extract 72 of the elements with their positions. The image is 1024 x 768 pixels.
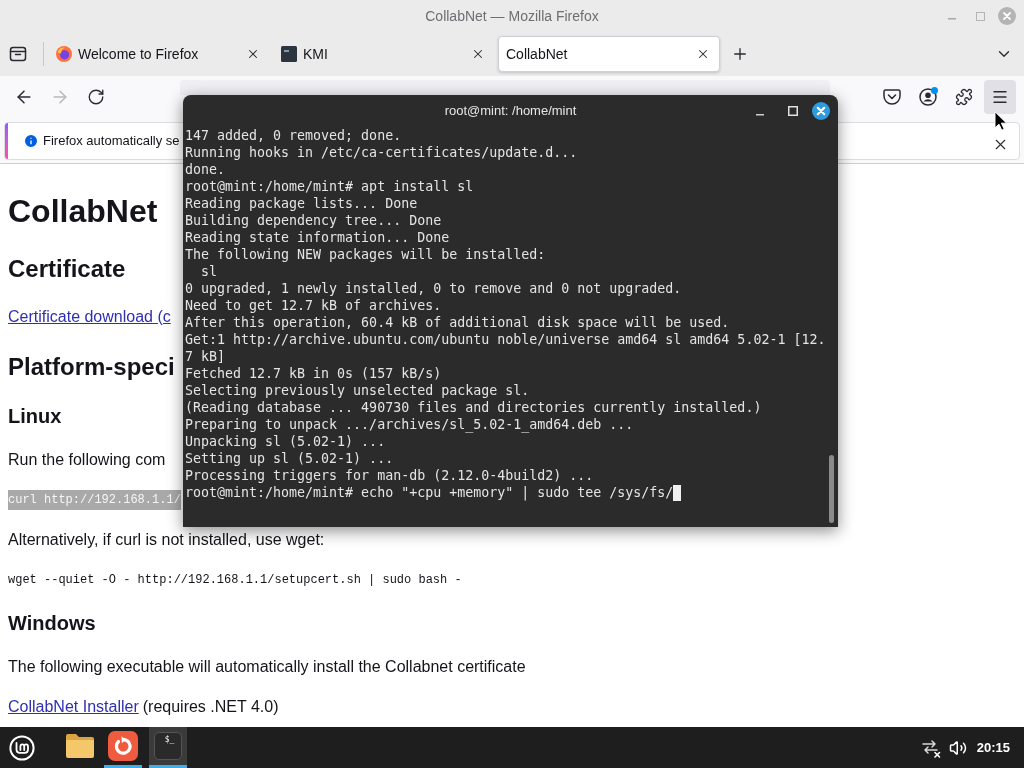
terminal-line: Running hooks in /etc/ca-certificates/update.d...	[185, 144, 578, 161]
folder-icon	[65, 733, 95, 759]
text-cursor-icon	[673, 484, 682, 501]
notification-message: Firefox automatically se	[43, 132, 180, 151]
browser-tab[interactable]: Welcome to Firefox	[48, 36, 270, 72]
mint-logo-icon	[9, 734, 35, 761]
reload-icon	[87, 88, 105, 106]
terminal-line: Processing triggers for man-db (2.12.0-4build2) ...	[185, 467, 594, 484]
terminal-line: sl	[200, 263, 218, 280]
page-heading: CollabNet	[8, 192, 158, 231]
browser-tab[interactable]: KMI	[273, 36, 495, 72]
section-heading: Certificate	[8, 254, 126, 284]
close-icon	[998, 7, 1016, 25]
maximize-icon	[975, 11, 985, 21]
terminal-line: Reading state information... Done	[185, 229, 450, 246]
clock[interactable]: 20:15	[976, 737, 1010, 758]
download-link[interactable]: Certificate download (c	[8, 305, 171, 329]
terminal-title: root@mint: /home/mint	[444, 102, 577, 121]
menu-button[interactable]	[984, 80, 1016, 114]
globe-favicon-icon	[56, 46, 72, 62]
terminal-line: Need to get 12.7 kB of archives.	[185, 297, 442, 314]
subsection-heading: Linux	[8, 404, 62, 429]
window-title: CollabNet — Mozilla Firefox	[425, 6, 599, 26]
terminal-line: Get:1 http://archive.ubuntu.com/ubuntu noble/universe amd64 sl amd64 5.02-1 [12.	[185, 331, 826, 348]
terminal-line: After this operation, 60.4 kB of additional disk space will be used.	[185, 314, 730, 331]
requirement-note: (requires .NET 4.0)	[142, 697, 279, 717]
terminal-line: done.	[185, 161, 226, 178]
terminal-app-tile: $_	[154, 732, 182, 760]
terminal-line: Reading package lists... Done	[185, 195, 418, 212]
terminal-line: 7 kB]	[185, 348, 226, 365]
pocket-icon	[883, 88, 901, 106]
terminal-line: Unpacking sl (5.02-1) ...	[185, 433, 386, 450]
terminal-line: Building dependency tree... Done	[185, 212, 442, 229]
section-heading: Platform-speci	[8, 352, 175, 382]
minimize-icon	[756, 114, 764, 116]
terminal-line: The following NEW packages will be installed:	[185, 246, 546, 263]
installer-link[interactable]: CollabNet Installer	[8, 695, 139, 719]
close-icon	[812, 102, 830, 120]
terminal-line: 0 upgraded, 1 newly installed, 0 to remove and 0 not upgraded.	[185, 280, 682, 297]
terminal-line: Setting up sl (5.02-1) ...	[185, 450, 394, 467]
square-favicon-icon	[281, 46, 297, 62]
terminal-line: Fetched 12.7 kB in 0s (157 kB/s)	[185, 365, 442, 382]
terminal-line: 147 added, 0 removed; done.	[185, 127, 402, 144]
volume-icon[interactable]	[948, 738, 967, 757]
terminal-line: root@mint:/home/mint# echo "+cpu +memory" | sudo tee /sys/fs/	[185, 484, 674, 501]
command-code: wget --quiet -O - http://192.168.1.1/setupcert.sh | sudo bash -	[8, 572, 462, 589]
paragraph: Run the following com	[8, 450, 166, 470]
account-icon	[919, 88, 937, 106]
terminal-close-button[interactable]	[812, 102, 830, 120]
close-icon	[246, 47, 260, 61]
swirl-app-icon	[108, 731, 138, 761]
terminal-line: root@mint:/home/mint# apt install sl	[185, 178, 474, 195]
minimize-icon	[948, 18, 956, 20]
tray-icon	[9, 45, 27, 63]
command-code: curl http://192.168.1.1/	[8, 490, 181, 510]
info-icon	[23, 133, 39, 149]
browser-tab[interactable]: CollabNet	[498, 36, 720, 72]
terminal-line: Preparing to unpack .../archives/sl_5.02-1_amd64.deb ...	[185, 416, 634, 433]
terminal-line: (Reading database ... 490730 files and directories currently installed.)	[185, 399, 762, 416]
puzzle-icon	[955, 88, 973, 106]
menu-icon	[991, 88, 1009, 106]
network-icon[interactable]	[920, 737, 941, 758]
scrollbar-thumb[interactable]	[829, 455, 834, 523]
taskbar-launcher[interactable]: $_	[149, 727, 187, 768]
terminal-line: Selecting previously unselected package sl.	[185, 382, 530, 399]
subsection-heading: Windows	[8, 611, 96, 636]
paragraph: Alternatively, if curl is not installed, use wget:	[8, 530, 325, 550]
paragraph: The following executable will automatically install the Collabnet certificate	[8, 657, 526, 677]
close-icon	[471, 47, 485, 61]
close-icon	[696, 47, 710, 61]
plus-icon	[731, 45, 749, 63]
maximize-icon	[788, 106, 798, 116]
